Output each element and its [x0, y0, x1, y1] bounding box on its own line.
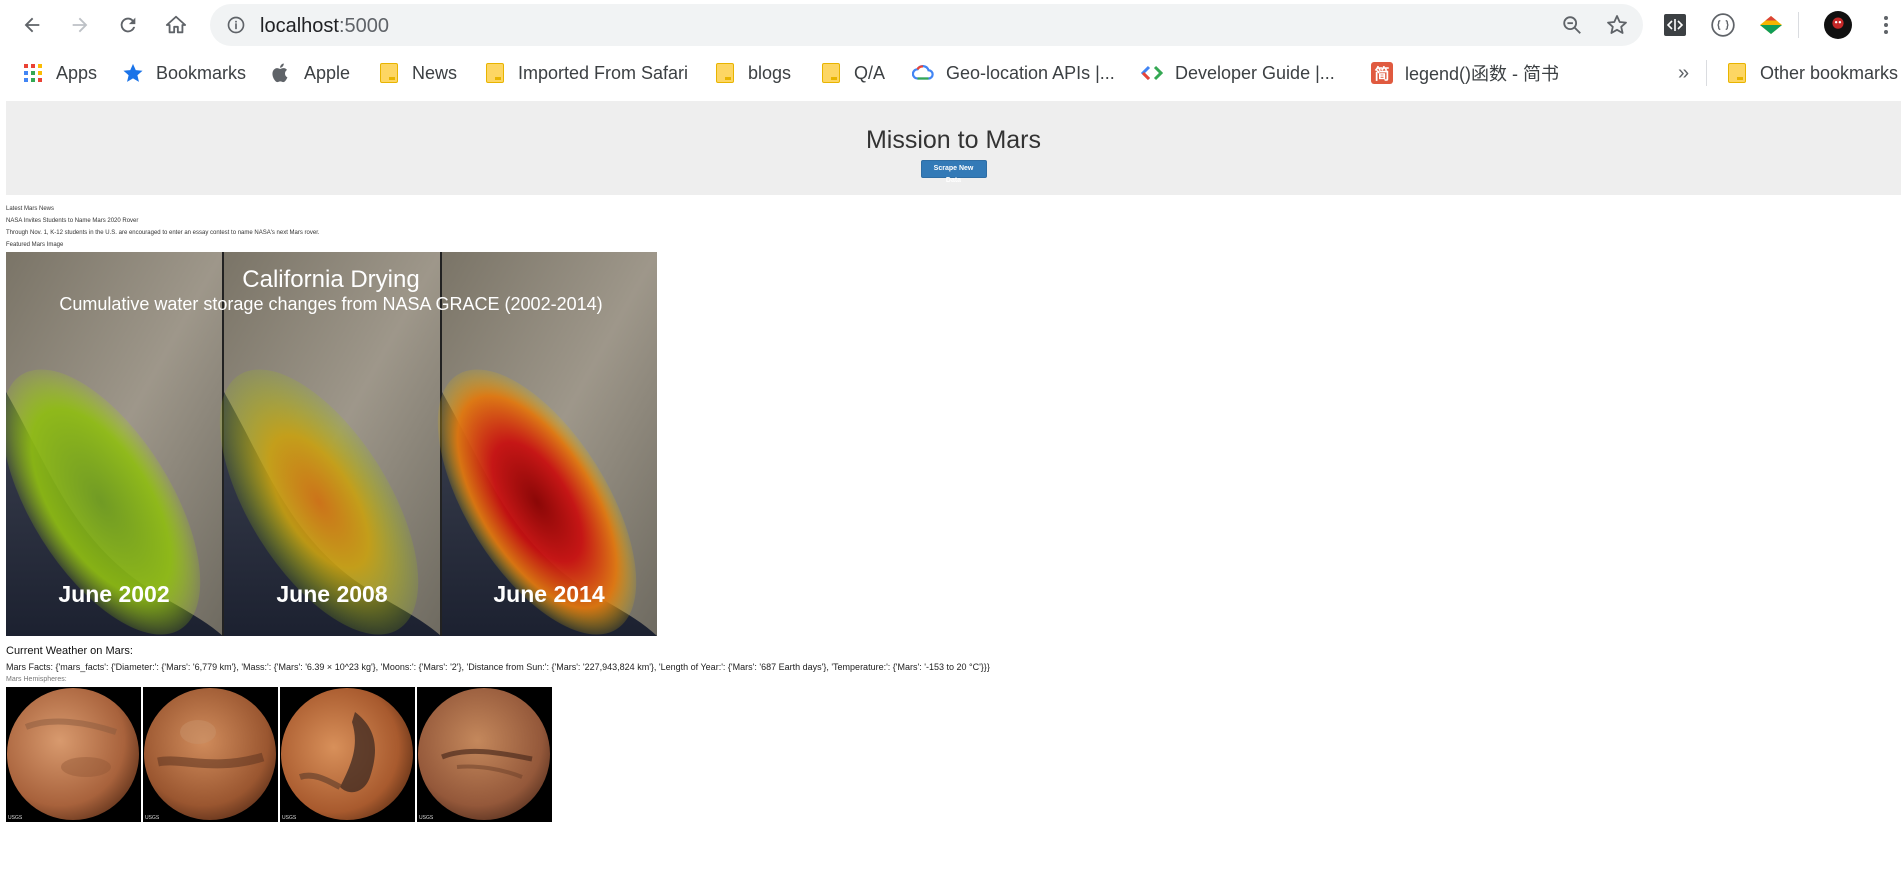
code-split-icon — [1664, 14, 1686, 36]
panel-label: June 2014 — [493, 581, 604, 607]
toolbar-separator — [1798, 12, 1799, 38]
developer-icon — [1141, 62, 1163, 84]
jumbotron-header: Mission to Mars Scrape New Data — [6, 101, 1901, 195]
usgs-tag: USGS — [419, 815, 434, 821]
reload-button[interactable] — [112, 9, 144, 41]
folder-icon — [484, 62, 506, 84]
bookmarks-separator — [1706, 60, 1707, 86]
apple-icon — [270, 62, 292, 84]
bookmarks-overflow-button[interactable]: » — [1678, 60, 1689, 86]
hemispheres-gallery: USGS USGS USGS USGS — [6, 687, 552, 822]
news-title: NASA Invites Students to Name Mars 2020 … — [6, 218, 139, 224]
news-paragraph: Through Nov. 1, K-12 students in the U.S… — [6, 230, 320, 236]
bookmark-star-icon[interactable] — [1605, 13, 1629, 37]
bookmark-label: Q/A — [854, 62, 886, 83]
url-host: localhost — [260, 15, 339, 37]
bookmark-legend-jianshu[interactable]: 简 legend()函数 - 简书 — [1371, 60, 1559, 86]
diamond-extension-icon — [1760, 16, 1782, 34]
bookmark-label: legend()函数 - 简书 — [1405, 64, 1560, 84]
folder-icon — [378, 62, 400, 84]
bookmark-qa[interactable]: Q/A — [820, 60, 885, 86]
mars-facts-text: Mars Facts: {'mars_facts': {'Diameter:':… — [6, 662, 990, 672]
usgs-tag: USGS — [145, 815, 160, 821]
jianshu-icon: 简 — [1371, 62, 1393, 84]
extension-drive-button[interactable] — [1757, 11, 1785, 39]
bookmark-label: Bookmarks — [156, 62, 247, 83]
mars-globe-icon — [144, 688, 276, 820]
panel-label: June 2002 — [58, 581, 169, 607]
weather-label: Current Weather on Mars: — [6, 645, 133, 657]
mars-globe-icon — [281, 688, 413, 820]
page-title: Mission to Mars — [865, 126, 1042, 154]
avatar-icon — [1824, 11, 1852, 39]
forward-arrow-icon — [72, 17, 88, 33]
bookmark-label: Other bookmarks — [1760, 62, 1899, 83]
info-icon[interactable] — [226, 15, 246, 35]
featured-image-heading: Featured Mars Image — [6, 242, 64, 248]
news-heading: Latest Mars News — [6, 206, 55, 212]
url-text[interactable]: localhost:5000 — [260, 15, 389, 38]
reload-icon — [120, 17, 136, 33]
bookmark-apps[interactable]: Apps — [22, 60, 97, 86]
bookmark-news[interactable]: News — [378, 60, 457, 86]
bookmark-label: Geo-location APIs |... — [946, 62, 1115, 83]
bookmark-label: Apple — [304, 62, 351, 83]
folder-icon — [1726, 62, 1748, 84]
back-button[interactable] — [16, 9, 48, 41]
browser-toolbar: localhost:5000 — [0, 0, 1901, 50]
hemisphere-image-cerberus[interactable]: USGS — [6, 687, 141, 822]
mars-globe-icon — [7, 688, 139, 820]
panel-label: June 2008 — [276, 581, 387, 607]
bookmark-developer-guide[interactable]: Developer Guide |... — [1141, 60, 1335, 86]
california-drying-image: California Drying Cumulative water stora… — [6, 252, 657, 636]
profile-avatar-button[interactable] — [1824, 11, 1852, 39]
hemisphere-image-valles-marineris[interactable]: USGS — [417, 687, 552, 822]
address-bar[interactable]: localhost:5000 — [210, 4, 1643, 46]
home-button[interactable] — [160, 9, 192, 41]
hemispheres-heading: Mars Hemispheres: — [6, 676, 67, 683]
home-icon — [165, 15, 187, 34]
scrape-new-data-button[interactable]: Scrape New Data — [920, 160, 987, 184]
image-subtitle: Cumulative water storage changes from NA… — [59, 294, 602, 314]
bookmark-geolocation-apis[interactable]: Geo-location APIs |... — [912, 60, 1115, 86]
extension-devtools-button[interactable] — [1661, 11, 1689, 39]
more-vertical-icon — [1884, 16, 1888, 34]
folder-icon — [714, 62, 736, 84]
url-port: :5000 — [338, 15, 389, 37]
apps-grid-icon — [22, 62, 44, 84]
hemisphere-image-syrtis-major[interactable]: USGS — [280, 687, 415, 822]
bookmark-label: blogs — [748, 62, 792, 83]
bookmark-label: Developer Guide |... — [1175, 62, 1335, 83]
zoom-out-icon[interactable] — [1561, 14, 1583, 36]
featured-mars-image: California Drying Cumulative water stora… — [6, 252, 657, 636]
back-arrow-icon — [24, 17, 40, 33]
bookmark-label: Imported From Safari — [518, 62, 689, 83]
overflow-chevron-icon: » — [1678, 61, 1690, 84]
bookmark-blogs[interactable]: blogs — [714, 60, 791, 86]
bookmark-imported-from-safari[interactable]: Imported From Safari — [484, 60, 688, 86]
google-cloud-icon — [912, 62, 934, 84]
usgs-tag: USGS — [8, 815, 23, 821]
mars-globe-icon — [418, 688, 550, 820]
usgs-tag: USGS — [282, 815, 297, 821]
image-title: California Drying — [242, 266, 419, 293]
bookmark-other-bookmarks[interactable]: Other bookmarks — [1726, 60, 1898, 86]
folder-icon — [820, 62, 842, 84]
hemisphere-image-schiaparelli[interactable]: USGS — [143, 687, 278, 822]
star-icon — [122, 62, 144, 84]
bookmark-bookmarks[interactable]: Bookmarks — [122, 60, 246, 86]
bookmark-label: News — [412, 62, 458, 83]
extension-json-button[interactable] — [1709, 11, 1737, 39]
bookmark-apple[interactable]: Apple — [270, 60, 350, 86]
forward-button[interactable] — [64, 9, 96, 41]
chrome-menu-button[interactable] — [1872, 11, 1900, 39]
json-braces-icon — [1711, 13, 1735, 37]
bookmark-label: Apps — [56, 62, 98, 83]
